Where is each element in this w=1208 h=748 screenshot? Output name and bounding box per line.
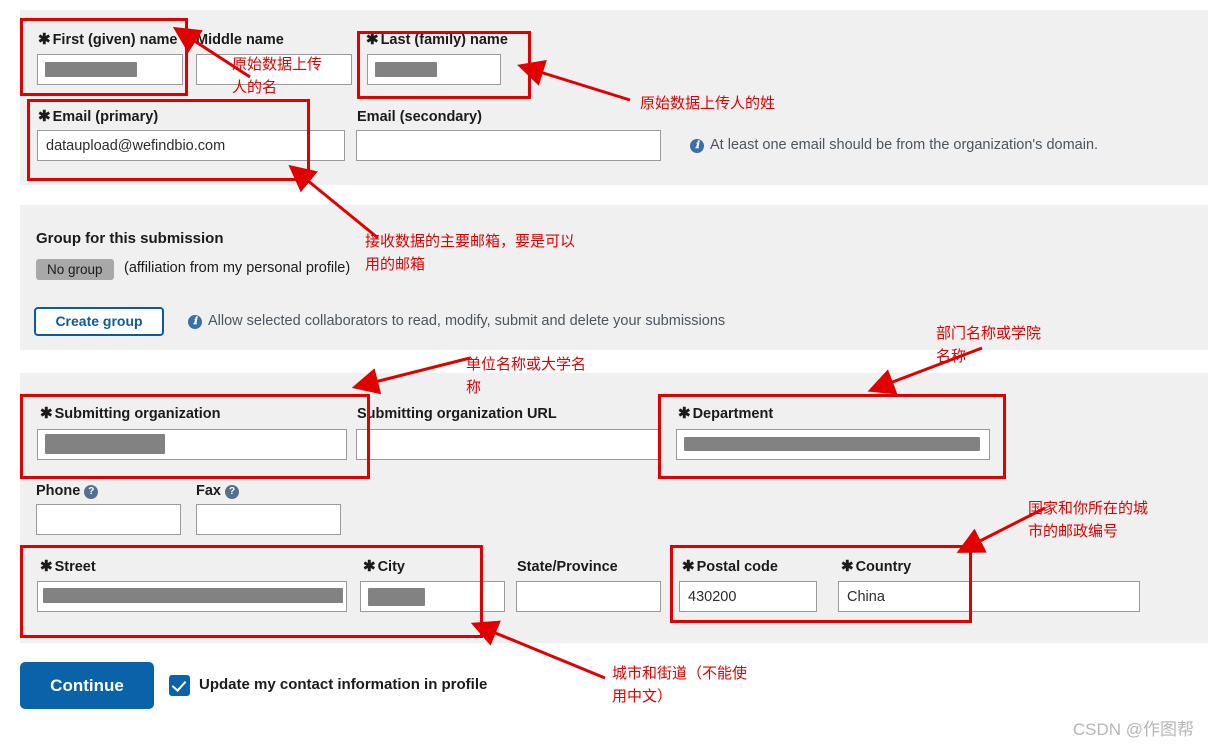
phone-label: Phone?: [36, 482, 99, 500]
required-star-icon: ✱: [682, 558, 695, 575]
required-star-icon: ✱: [40, 558, 53, 575]
first-name-input[interactable]: [37, 54, 183, 85]
required-star-icon: ✱: [363, 558, 376, 575]
watermark: CSDN @作图帮: [1072, 720, 1194, 739]
help-icon[interactable]: ?: [225, 485, 239, 499]
email-secondary-label: Email (secondary): [357, 109, 482, 125]
middle-name-label: Middle name: [196, 32, 284, 48]
country-label: ✱ Country: [841, 558, 912, 575]
middle-name-input[interactable]: [196, 54, 352, 85]
group-affiliation-text: (affiliation from my personal profile): [124, 260, 351, 276]
create-group-note: ℹ Allow selected collaborators to read, m…: [188, 313, 725, 329]
department-input[interactable]: [676, 429, 990, 460]
required-star-icon: ✱: [40, 405, 53, 422]
help-icon[interactable]: ?: [84, 485, 99, 499]
submitting-organization-url-label: Submitting organization URL: [357, 406, 557, 422]
update-contact-checkbox[interactable]: [169, 675, 190, 696]
group-status-chip: No group: [36, 259, 114, 280]
submitting-organization-input[interactable]: [37, 429, 347, 460]
update-contact-label: Update my contact information in profile: [199, 676, 488, 693]
submitting-organization-label: ✱ Submitting organization: [40, 405, 221, 422]
required-star-icon: ✱: [841, 558, 854, 575]
info-icon: ℹ: [188, 315, 202, 329]
continue-button[interactable]: Continue: [20, 662, 154, 709]
email-domain-note: ℹ At least one email should be from the o…: [690, 137, 1098, 153]
department-label: ✱ Department: [678, 405, 774, 422]
required-star-icon: ✱: [678, 405, 691, 422]
city-input[interactable]: [360, 581, 505, 612]
postal-code-input[interactable]: [679, 581, 817, 612]
street-input[interactable]: [37, 581, 347, 612]
last-name-input[interactable]: [367, 54, 501, 85]
required-star-icon: ✱: [38, 108, 51, 125]
page-root: ✱ First (given) name Middle name ✱ Last (f…: [0, 0, 1208, 748]
street-label: ✱ Street: [40, 558, 96, 575]
last-name-label: ✱ Last (family) name: [366, 31, 508, 48]
group-section-title: Group for this submission: [36, 230, 224, 247]
phone-input[interactable]: [36, 504, 181, 535]
fax-input[interactable]: [196, 504, 341, 535]
required-star-icon: ✱: [38, 31, 51, 48]
first-name-label: ✱ First (given) name: [38, 31, 178, 48]
email-primary-input[interactable]: [37, 130, 345, 161]
create-group-button[interactable]: Create group: [34, 307, 164, 336]
email-secondary-input[interactable]: [356, 130, 661, 161]
state-province-input[interactable]: [516, 581, 661, 612]
annotation-street-city-note: 城市和街道（不能使 用中文）: [612, 665, 748, 705]
state-province-label: State/Province: [517, 559, 618, 575]
fax-label: Fax?: [196, 482, 239, 500]
required-star-icon: ✱: [366, 31, 379, 48]
city-label: ✱ City: [363, 558, 405, 575]
email-primary-label: ✱ Email (primary): [38, 108, 159, 125]
postal-code-label: ✱ Postal code: [682, 558, 778, 575]
country-input[interactable]: [838, 581, 1140, 612]
submitting-organization-url-input[interactable]: [356, 429, 661, 460]
info-icon: ℹ: [690, 139, 704, 153]
